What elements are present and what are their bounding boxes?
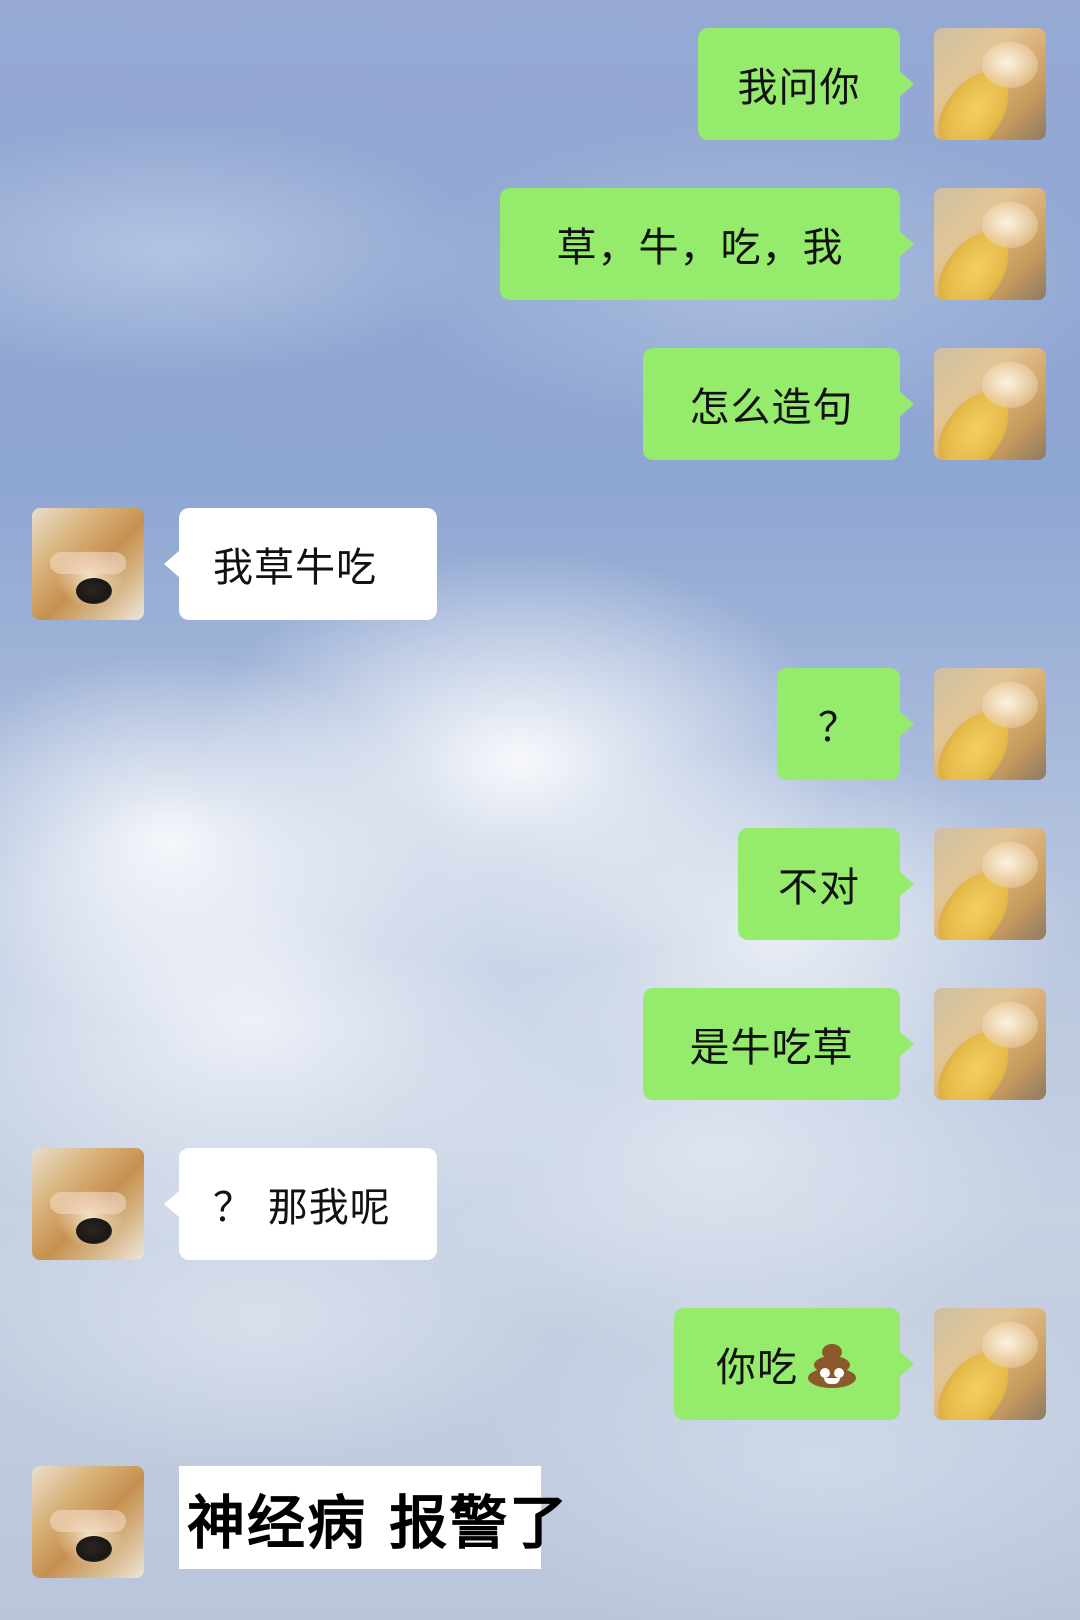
- contact-avatar[interactable]: [32, 1148, 144, 1260]
- message-row: 不对: [0, 828, 1080, 940]
- sent-message-bubble[interactable]: 我问你: [698, 28, 914, 140]
- sent-message-bubble[interactable]: 怎么造句: [643, 348, 914, 460]
- sent-message-bubble[interactable]: 草，牛，吃，我: [500, 188, 914, 300]
- message-text: 我草牛吃: [213, 545, 377, 591]
- my-avatar[interactable]: [934, 188, 1046, 300]
- message-row: 怎么造句: [0, 348, 1080, 460]
- message-text: 你吃: [716, 1345, 798, 1391]
- message-text: 我问你: [737, 65, 861, 111]
- received-message-bubble[interactable]: ？ 那我呢: [164, 1148, 437, 1260]
- message-row: ？: [0, 668, 1080, 780]
- message-text: 不对: [778, 865, 860, 911]
- sent-message-bubble[interactable]: 是牛吃草: [643, 988, 914, 1100]
- my-avatar[interactable]: [934, 668, 1046, 780]
- sticker-message[interactable]: 神经病 报警了: [179, 1466, 567, 1569]
- sticker-text: 神经病 报警了: [187, 1488, 570, 1557]
- message-text: 草，牛，吃，我: [556, 225, 844, 271]
- sent-message-bubble[interactable]: ？: [777, 668, 914, 780]
- message-row: 是牛吃草: [0, 988, 1080, 1100]
- my-avatar[interactable]: [934, 28, 1046, 140]
- contact-avatar[interactable]: [32, 508, 144, 620]
- received-message-bubble[interactable]: 我草牛吃: [164, 508, 437, 620]
- message-row: 草，牛，吃，我: [0, 188, 1080, 300]
- message-row: 我草牛吃: [0, 508, 1080, 620]
- message-text: ？: [818, 705, 859, 751]
- my-avatar[interactable]: [934, 988, 1046, 1100]
- contact-avatar[interactable]: [32, 1466, 144, 1578]
- message-text: 怎么造句: [689, 385, 854, 431]
- message-row: 我问你: [0, 28, 1080, 140]
- my-avatar[interactable]: [934, 828, 1046, 940]
- poop-icon: [806, 1340, 858, 1388]
- sent-message-bubble[interactable]: 你吃: [674, 1308, 914, 1420]
- message-row: 你吃: [0, 1308, 1080, 1420]
- my-avatar[interactable]: [934, 1308, 1046, 1420]
- my-avatar[interactable]: [934, 348, 1046, 460]
- message-text: 是牛吃草: [689, 1025, 854, 1071]
- message-row: 神经病 报警了: [0, 1466, 1080, 1578]
- sent-message-bubble[interactable]: 不对: [738, 828, 914, 940]
- message-text: ？ 那我呢: [213, 1185, 391, 1231]
- message-row: ？ 那我呢: [0, 1148, 1080, 1260]
